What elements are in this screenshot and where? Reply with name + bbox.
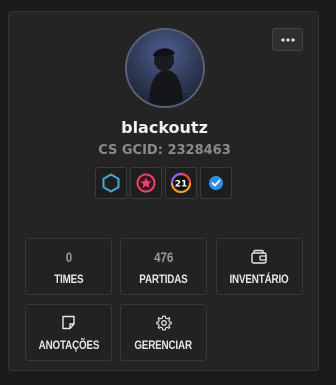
partidas-tile[interactable]: 476 PARTIDAS (120, 238, 207, 295)
times-tile[interactable]: 0 TIMES (25, 238, 112, 295)
level-21-ring-icon: 21 (170, 172, 192, 194)
username: blackoutz (121, 118, 208, 137)
times-label: TIMES (53, 271, 84, 286)
wallet-icon (251, 249, 267, 264)
verified-check-icon (209, 176, 223, 190)
avatar[interactable] (125, 28, 205, 108)
gerenciar-tile[interactable]: GERENCIAR (120, 304, 207, 361)
level-number: 21 (175, 180, 188, 190)
badge-level[interactable]: 21 (165, 167, 197, 199)
gerenciar-label: GERENCIAR (134, 337, 193, 352)
anotacoes-label: ANOTAÇÕES (38, 337, 99, 352)
anotacoes-tile[interactable]: ANOTAÇÕES (25, 304, 112, 361)
badge-hexagon[interactable] (95, 167, 127, 199)
inventario-label: INVENTÁRIO (229, 271, 290, 286)
avatar-image (127, 30, 203, 106)
badge-list: 21 (95, 167, 235, 199)
hexagon-outline-icon (102, 173, 120, 193)
badge-verified[interactable] (200, 167, 232, 199)
gear-icon (155, 315, 172, 330)
note-icon (62, 315, 75, 330)
partidas-label: PARTIDAS (139, 271, 188, 286)
pink-star-medal-icon (136, 173, 156, 193)
gcid-label: CS GCID: 2328463 (98, 143, 231, 158)
inventario-tile[interactable]: INVENTÁRIO (216, 238, 303, 295)
badge-star-medal[interactable] (130, 167, 162, 199)
times-count: 0 (65, 248, 72, 265)
partidas-count: 476 (153, 248, 174, 265)
more-options-button[interactable] (272, 28, 303, 51)
more-horizontal-icon (280, 37, 295, 42)
profile-card: blackoutz CS GCID: 2328463 21 0 TIMES 47… (8, 11, 319, 371)
